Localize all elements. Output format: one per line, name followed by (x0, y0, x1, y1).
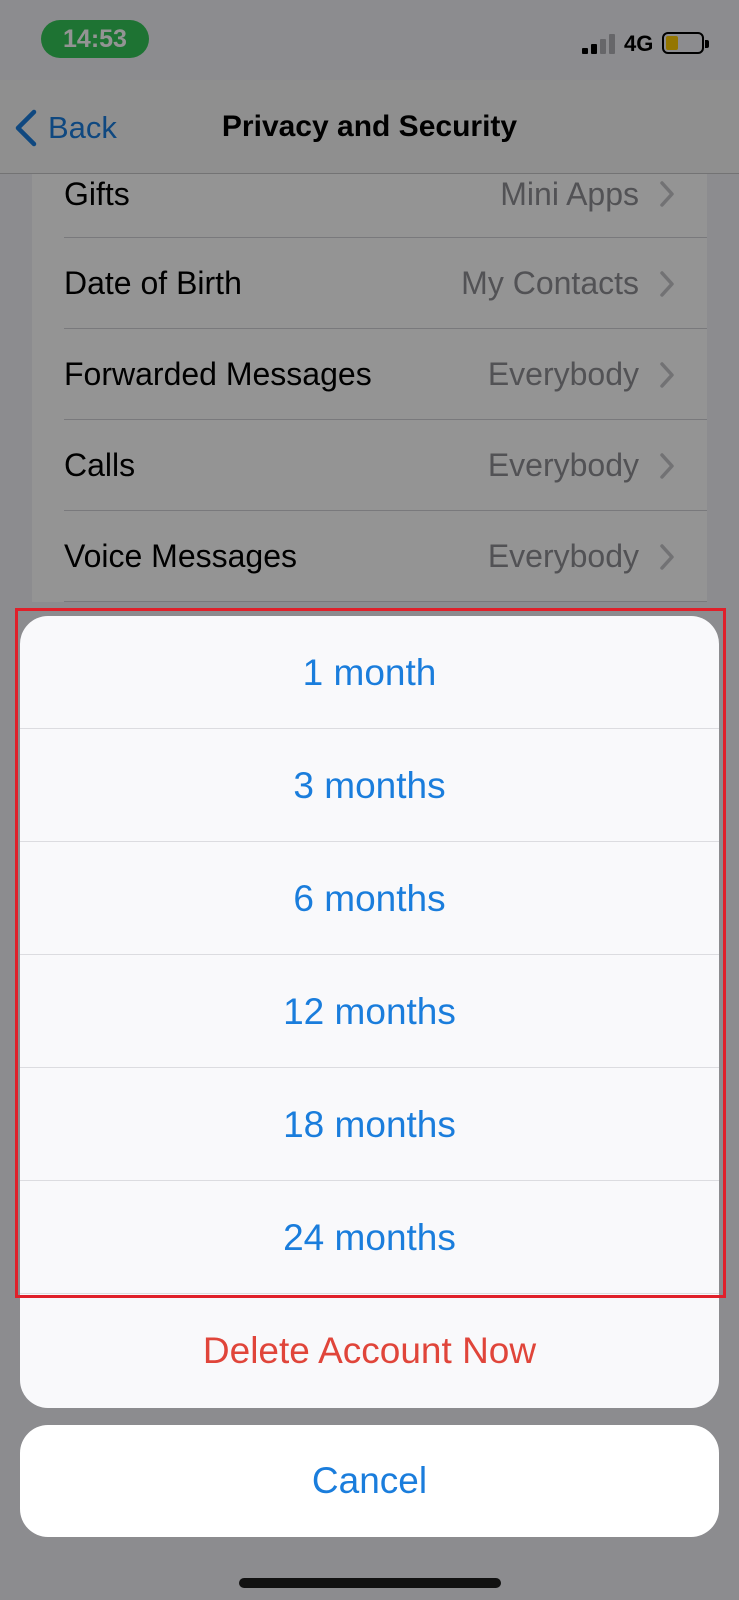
option-6-months[interactable]: 6 months (20, 842, 719, 955)
option-1-month[interactable]: 1 month (20, 616, 719, 729)
home-indicator[interactable] (239, 1578, 501, 1588)
option-18-months[interactable]: 18 months (20, 1068, 719, 1181)
self-destruct-period-sheet: 1 month 3 months 6 months 12 months 18 m… (20, 616, 719, 1408)
option-3-months[interactable]: 3 months (20, 729, 719, 842)
delete-account-now-button[interactable]: Delete Account Now (20, 1294, 719, 1408)
option-12-months[interactable]: 12 months (20, 955, 719, 1068)
option-24-months[interactable]: 24 months (20, 1181, 719, 1294)
cancel-button[interactable]: Cancel (20, 1425, 719, 1537)
